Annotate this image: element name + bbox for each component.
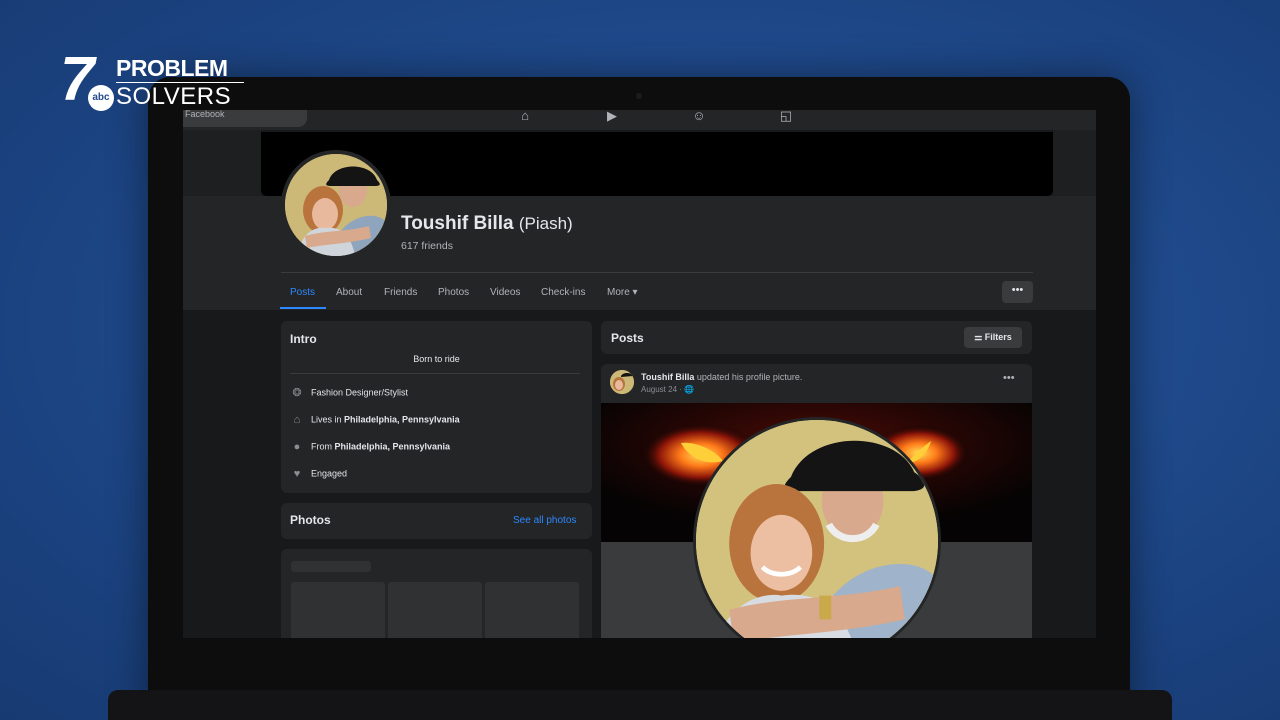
intro-bio: Born to ride <box>413 354 460 364</box>
tab-photos[interactable]: Photos <box>438 287 469 298</box>
filters-label: Filters <box>984 332 1012 342</box>
see-all-photos-link[interactable]: See all photos <box>513 515 576 526</box>
tab-check-ins[interactable]: Check-ins <box>541 287 585 298</box>
top-navigation-bar: Facebook ⌂ ▶ ☺ ◱ <box>183 110 1096 130</box>
post-author-avatar[interactable] <box>610 370 634 394</box>
laptop-screen: Facebook ⌂ ▶ ☺ ◱ Toushif Billa (Piash) 6… <box>183 110 1096 638</box>
posts-header-card: Posts ⚌ Filters <box>601 321 1032 354</box>
skeleton-photo <box>485 582 579 638</box>
tab-videos[interactable]: Videos <box>490 287 520 298</box>
intro-lives-place[interactable]: Philadelphia, Pennsylvania <box>344 414 460 424</box>
filters-icon: ⚌ <box>974 332 985 342</box>
profile-avatar[interactable] <box>281 150 391 260</box>
profile-nickname: (Piash) <box>518 214 573 233</box>
intro-relationship: ♥ Engaged <box>291 468 347 480</box>
intro-from-prefix: From <box>311 441 335 452</box>
intro-lives: ⌂ Lives in Philadelphia, Pennsylvania <box>291 414 460 426</box>
intro-divider <box>290 373 580 374</box>
intro-work: ❂ Fashion Designer/Stylist <box>291 387 408 399</box>
photos-card: Photos See all photos <box>281 503 592 539</box>
webcam <box>636 93 642 99</box>
post-action: updated his profile picture. <box>694 372 803 382</box>
post-date[interactable]: August 24 · 🌐 <box>641 385 694 394</box>
station-logo: 7 abc PROBLEM SOLVERS <box>60 49 250 113</box>
post-header-text: Toushif Billa updated his profile pictur… <box>641 372 802 382</box>
post-card: Toushif Billa updated his profile pictur… <box>601 364 1032 404</box>
groups-icon[interactable]: ☺ <box>691 110 707 124</box>
post-menu-button[interactable]: ••• <box>1003 372 1015 384</box>
location-pin-icon: ● <box>293 441 301 453</box>
profile-name-text: Toushif Billa <box>401 213 514 234</box>
logo-seven: 7 <box>60 45 95 114</box>
profile-more-button[interactable]: ••• <box>1002 281 1033 303</box>
active-tab-indicator <box>280 307 326 309</box>
watch-icon[interactable]: ▶ <box>604 110 620 124</box>
intro-from-place[interactable]: Philadelphia, Pennsylvania <box>335 441 451 451</box>
header-divider <box>281 272 1033 273</box>
logo-solvers: SOLVERS <box>116 83 232 110</box>
briefcase-icon: ❂ <box>292 387 302 399</box>
skeleton-line <box>291 561 371 572</box>
friends-count[interactable]: 617 friends <box>401 240 453 252</box>
tab-about[interactable]: About <box>336 287 362 298</box>
intro-lives-prefix: Lives in <box>311 414 345 425</box>
logo-problem: PROBLEM <box>116 55 228 81</box>
post-profile-photo <box>696 420 938 638</box>
tab-friends[interactable]: Friends <box>384 287 417 298</box>
loading-card <box>281 549 592 638</box>
post-author-name[interactable]: Toushif Billa <box>641 372 694 382</box>
profile-name: Toushif Billa (Piash) <box>401 214 573 233</box>
tab-posts[interactable]: Posts <box>290 287 315 298</box>
photos-title: Photos <box>290 513 331 527</box>
intro-work-text: Fashion Designer/Stylist <box>311 387 409 398</box>
skeleton-photo <box>291 582 385 638</box>
intro-card: Intro Born to ride ❂ Fashion Designer/Sty… <box>281 321 592 493</box>
home-icon: ⌂ <box>293 414 301 426</box>
filters-button[interactable]: ⚌ Filters <box>964 327 1022 348</box>
intro-relationship-text: Engaged <box>311 468 348 479</box>
laptop-base <box>108 690 1172 720</box>
gaming-icon[interactable]: ◱ <box>778 110 794 124</box>
heart-icon: ♥ <box>293 468 301 480</box>
skeleton-photo <box>388 582 482 638</box>
profile-photo <box>285 154 387 256</box>
intro-from: ● From Philadelphia, Pennsylvania <box>291 441 450 453</box>
intro-title: Intro <box>290 332 317 346</box>
posts-title: Posts <box>611 331 644 345</box>
abc-logo-icon: abc <box>88 85 114 111</box>
tab-more[interactable]: More ▾ <box>607 287 638 298</box>
home-icon[interactable]: ⌂ <box>517 110 533 124</box>
